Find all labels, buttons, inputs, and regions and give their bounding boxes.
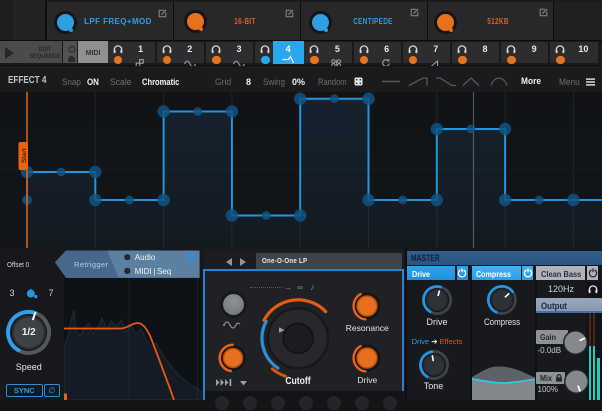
svg-text:Start: Start — [21, 147, 28, 163]
